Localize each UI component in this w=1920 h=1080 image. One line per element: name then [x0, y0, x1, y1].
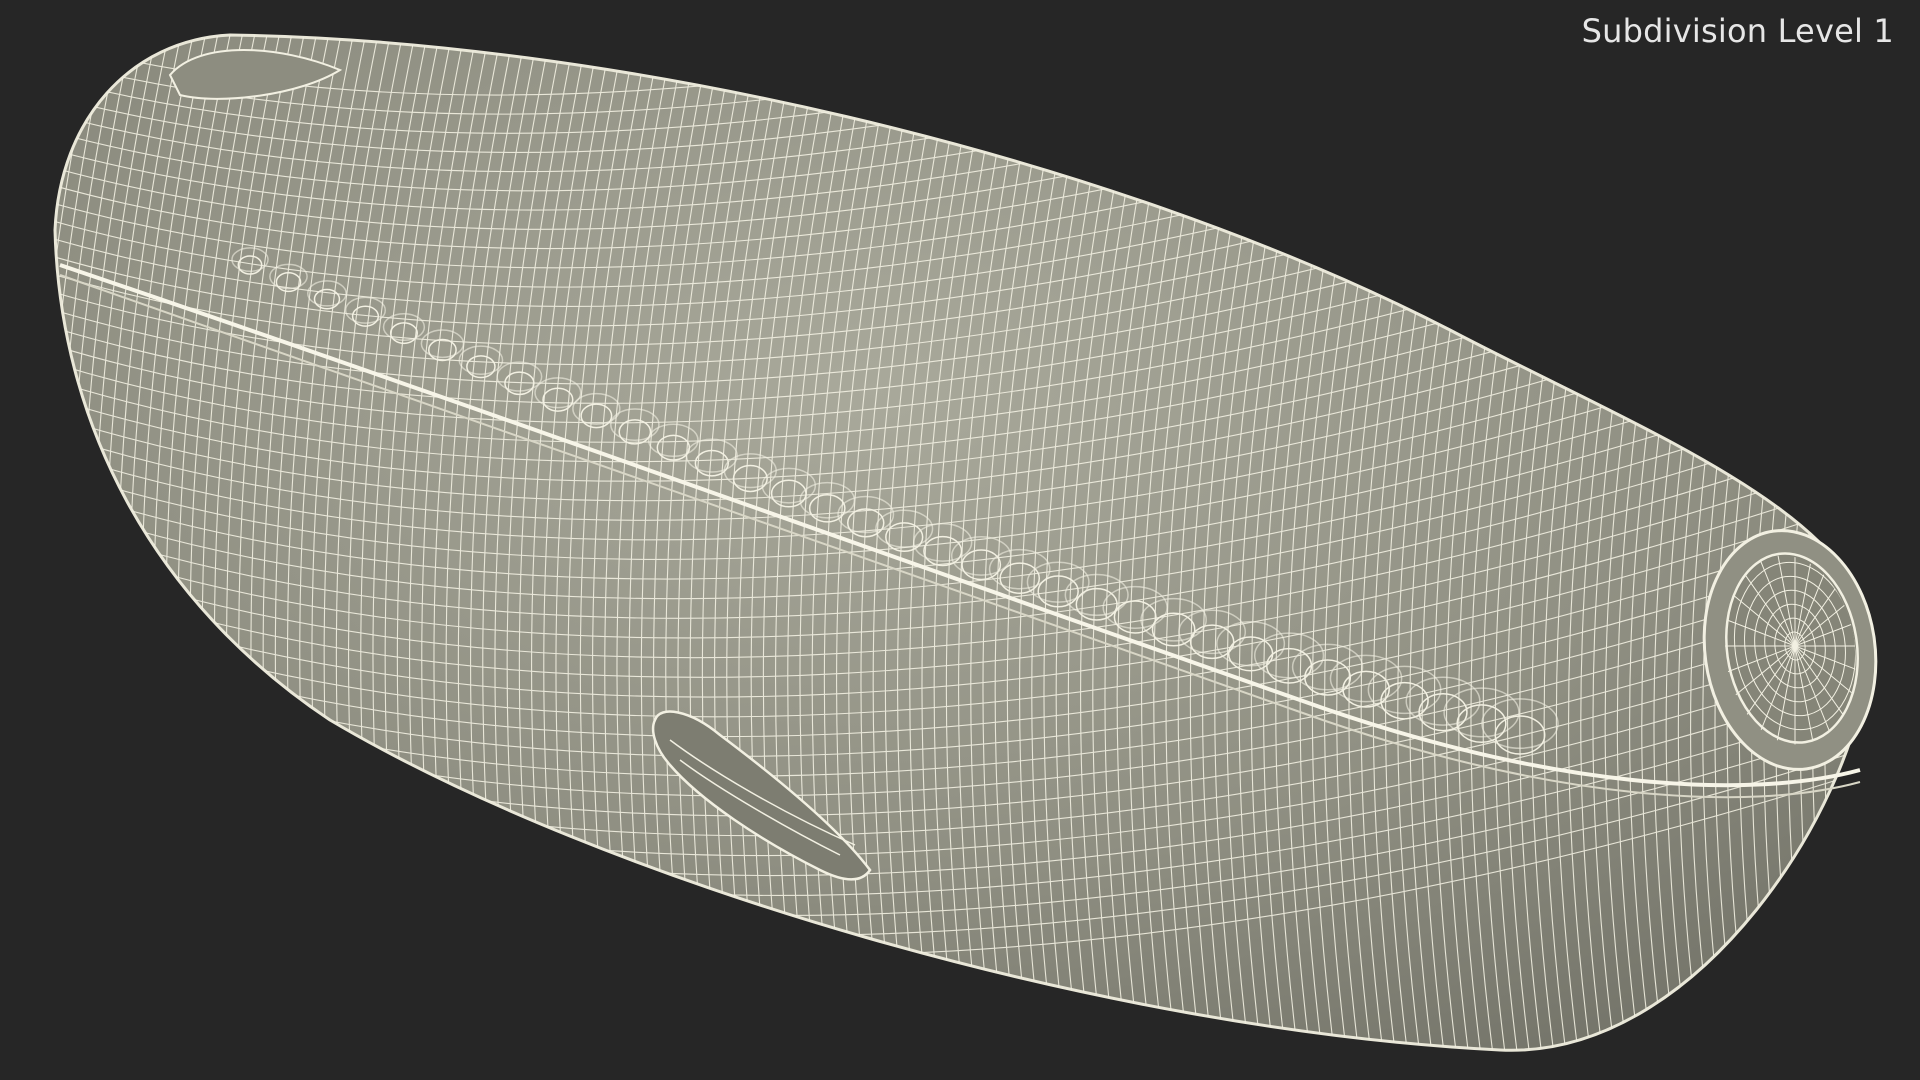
- wire-ring: [55, 35, 61, 1051]
- subdivision-level-label: Subdivision Level 1: [1581, 12, 1894, 50]
- wireframe-render: [53, 33, 1878, 1052]
- viewport: Subdivision Level 1: [0, 0, 1920, 1080]
